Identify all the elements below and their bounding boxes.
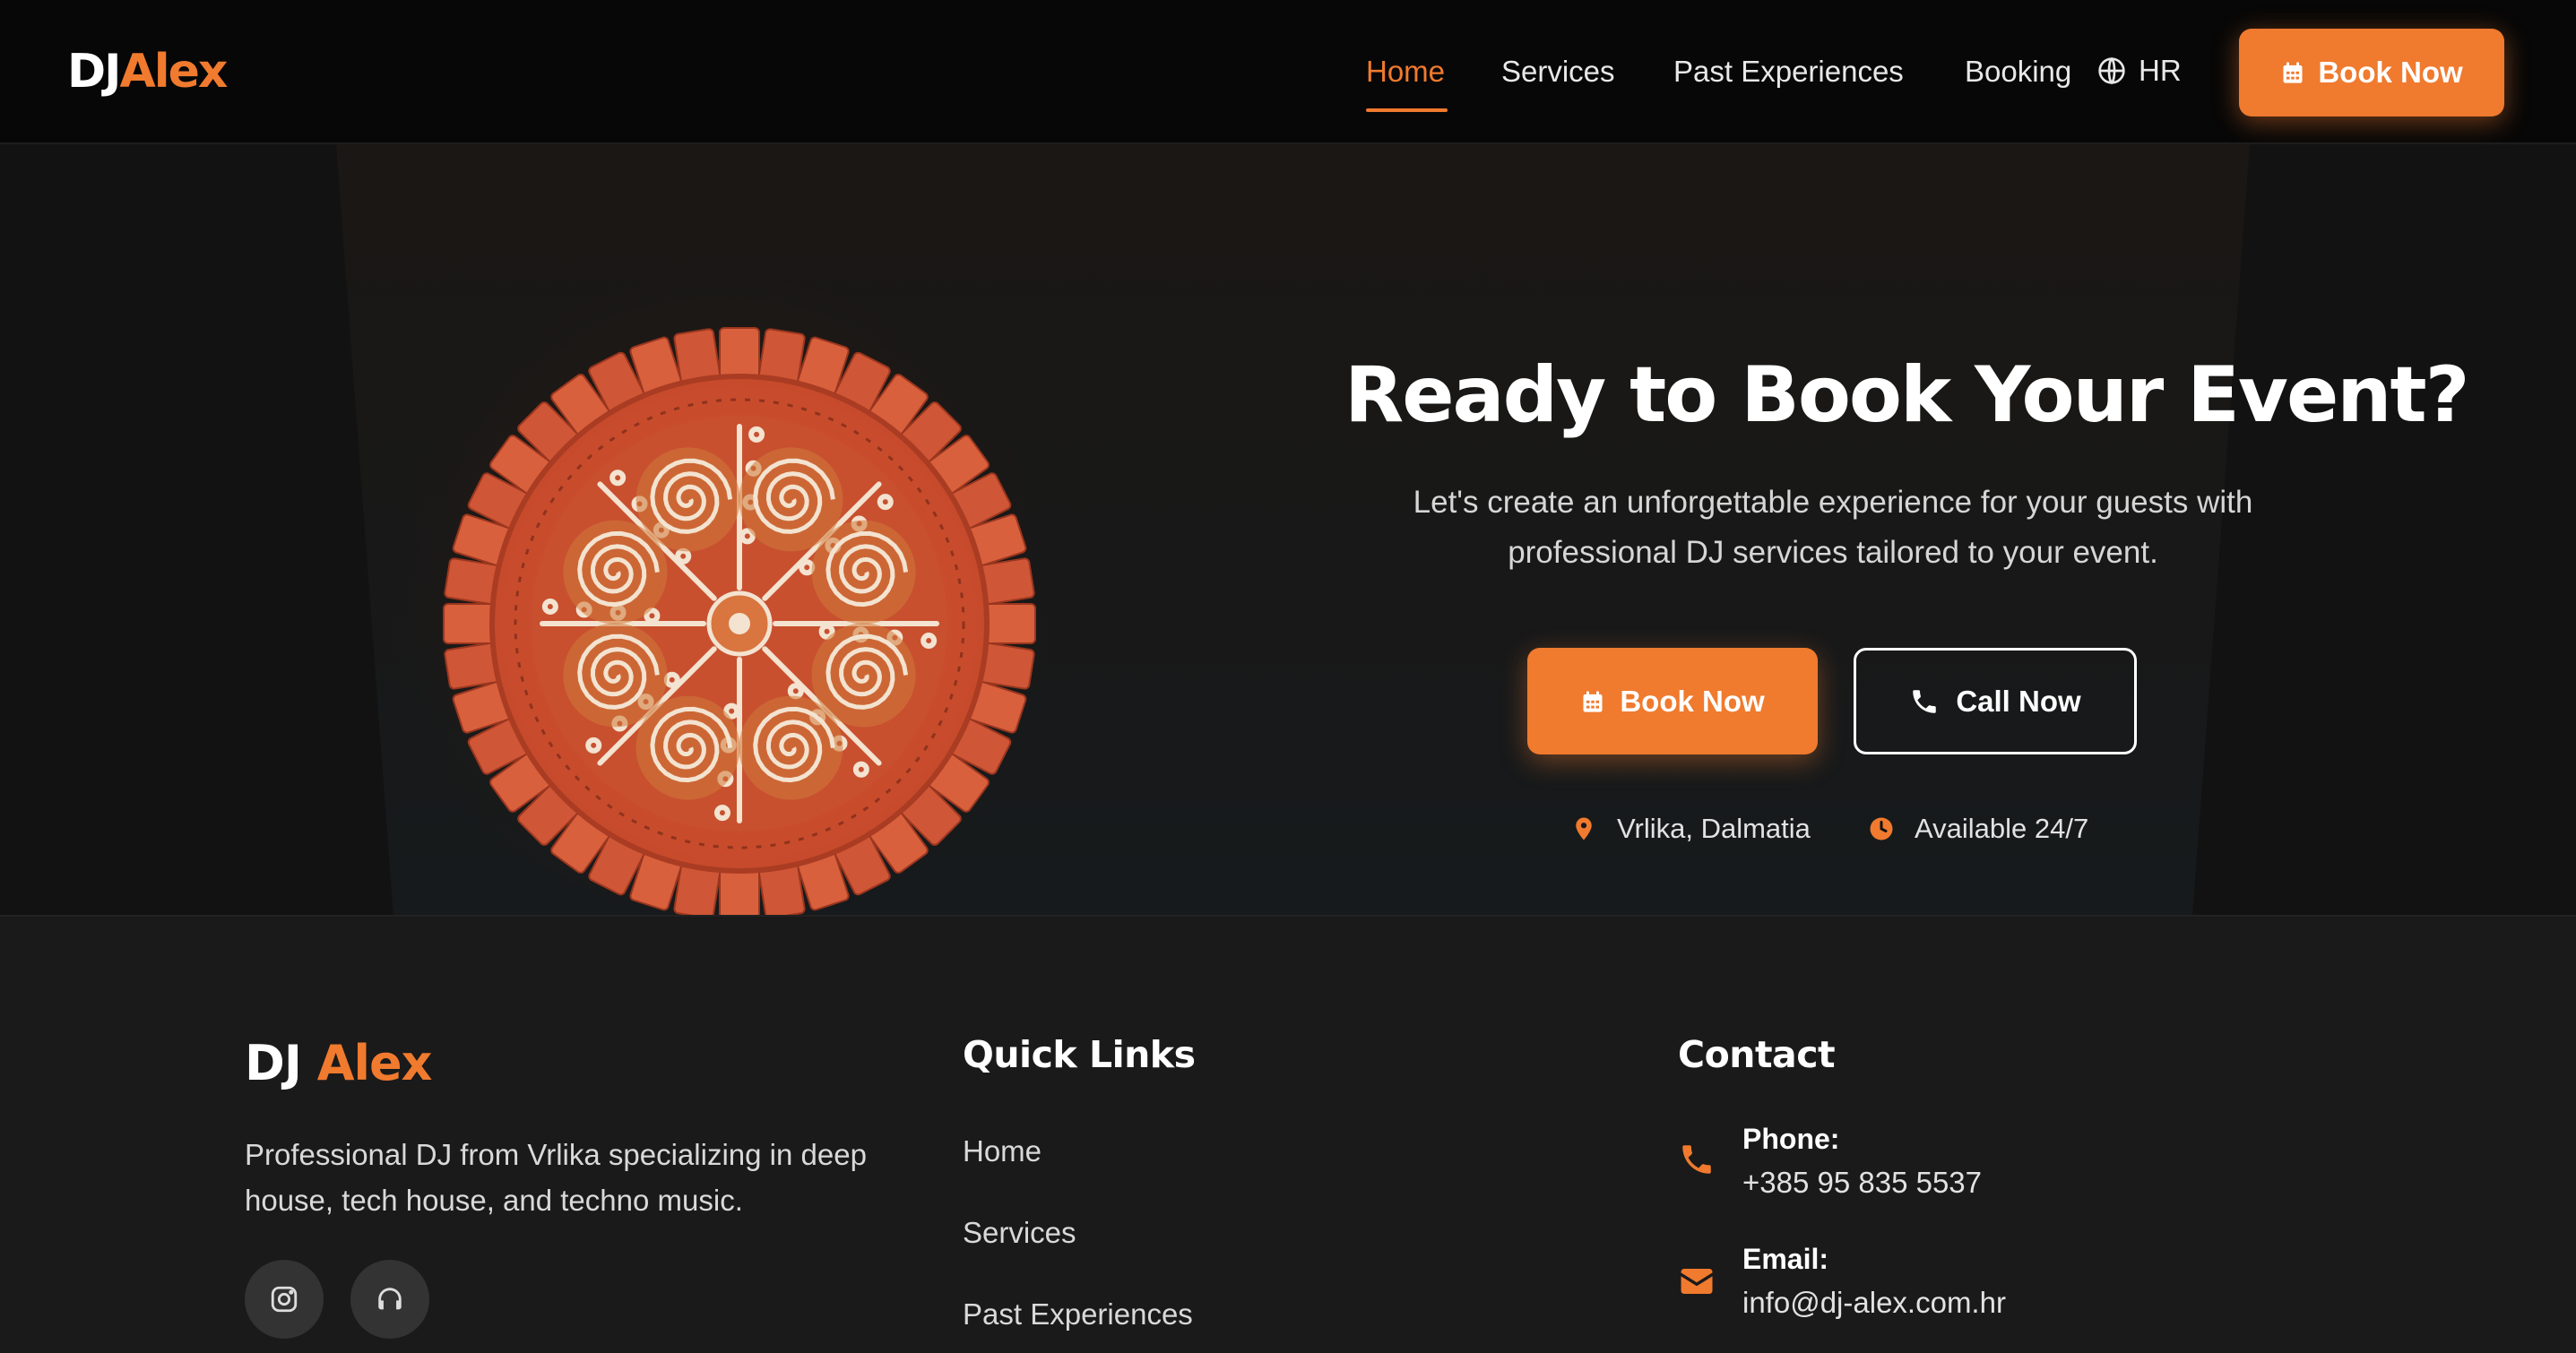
folk-ornament-medallion <box>443 327 1036 915</box>
hero-book-now-label: Book Now <box>1620 684 1765 718</box>
hero-section: Ready to Book Your Event? Let's create a… <box>0 144 2576 917</box>
nav-past-experiences-link[interactable]: Past Experiences <box>1673 55 1904 89</box>
logo[interactable]: DJAlex <box>67 45 229 99</box>
logo-alex: Alex <box>119 45 229 99</box>
hero-subtitle: Let's create an unforgettable experience… <box>1413 485 2253 570</box>
headphones-icon <box>378 1288 402 1310</box>
phone-number-link[interactable]: +385 95 835 5537 <box>1742 1166 1982 1200</box>
footer-logo-alex: Alex <box>316 1035 433 1091</box>
nav-services-link[interactable]: Services <box>1501 55 1615 89</box>
footer-logo[interactable]: DJ Alex <box>245 1035 432 1091</box>
footer-description: Professional DJ from Vrlika specializing… <box>245 1138 867 1217</box>
email-label: Email: <box>1742 1243 1829 1275</box>
envelope-icon <box>1681 1269 1713 1294</box>
contact-heading: Contact <box>1678 1033 1836 1076</box>
language-label: HR <box>2139 54 2182 87</box>
calendar-icon <box>1583 690 1603 712</box>
active-nav-indicator <box>1366 108 1448 112</box>
site-footer: DJ Alex Professional DJ from Vrlika spec… <box>0 917 2576 1353</box>
footer-link-past-experiences[interactable]: Past Experiences <box>963 1297 1193 1331</box>
footer-link-home[interactable]: Home <box>963 1134 1042 1168</box>
hero-title: Ready to Book Your Event? <box>1344 350 2470 440</box>
nav-book-now-label: Book Now <box>2318 56 2463 89</box>
instagram-icon <box>271 1286 298 1313</box>
footer-link-services[interactable]: Services <box>963 1216 1076 1250</box>
nav-home-link[interactable]: Home <box>1366 55 1445 89</box>
phone-icon <box>1682 1145 1711 1174</box>
availability-text: Available 24/7 <box>1915 813 2089 844</box>
language-switcher[interactable]: HR <box>2097 54 2182 88</box>
phone-icon <box>1913 689 1937 713</box>
hero-book-now-button[interactable]: Book Now <box>1527 648 1818 754</box>
map-pin-icon <box>1576 817 1592 840</box>
email-link[interactable]: info@dj-alex.com.hr <box>1742 1286 2006 1320</box>
hero-call-now-label: Call Now <box>1956 684 2081 718</box>
location-info: Vrlika, Dalmatia <box>1570 813 1811 845</box>
top-navbar: DJAlex Home Services Past Experiences Bo… <box>0 0 2576 144</box>
quick-links-heading: Quick Links <box>963 1033 1196 1076</box>
hero-call-now-button[interactable]: Call Now <box>1854 648 2137 754</box>
globe-icon <box>2098 56 2125 85</box>
nav-booking-link[interactable]: Booking <box>1965 55 2071 89</box>
calendar-icon <box>2283 62 2303 83</box>
footer-logo-dj: DJ <box>245 1035 302 1091</box>
clock-icon <box>1870 817 1893 840</box>
music-stream-button[interactable] <box>350 1260 429 1339</box>
nav-book-now-button[interactable]: Book Now <box>2239 29 2504 116</box>
availability-info: Available 24/7 <box>1868 813 2088 845</box>
location-text: Vrlika, Dalmatia <box>1617 813 1811 844</box>
logo-dj: DJ <box>67 45 121 99</box>
instagram-button[interactable] <box>245 1260 324 1339</box>
phone-label: Phone: <box>1742 1123 1840 1155</box>
